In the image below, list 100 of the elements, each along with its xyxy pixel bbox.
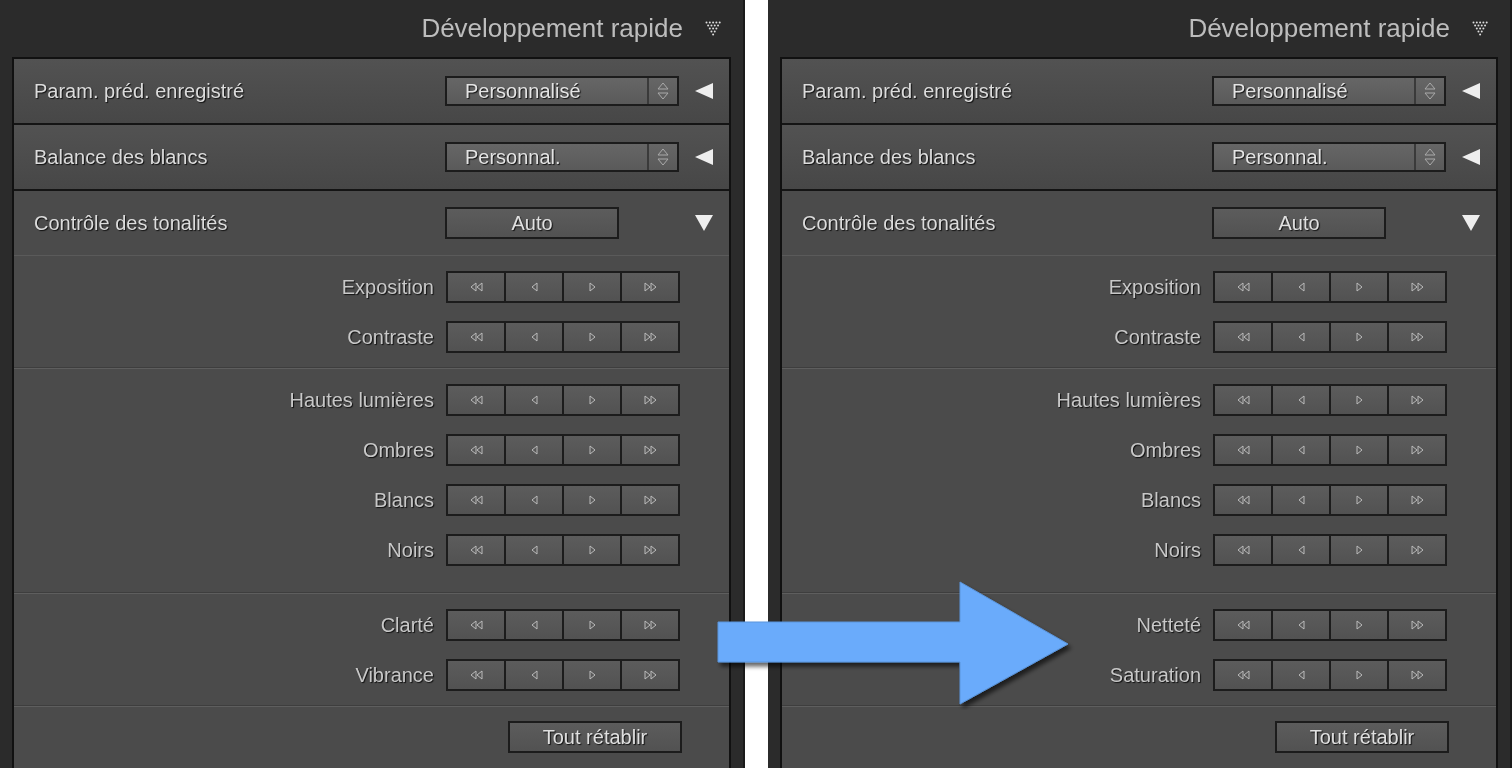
step-button[interactable] xyxy=(506,661,562,689)
down-triangle-icon[interactable] xyxy=(694,214,714,232)
step-button[interactable] xyxy=(1215,486,1271,514)
step-button[interactable] xyxy=(1215,536,1271,564)
step-button[interactable] xyxy=(1215,661,1271,689)
adjustment-label: Exposition xyxy=(341,275,434,299)
step-button[interactable] xyxy=(564,611,620,639)
step-button[interactable] xyxy=(1331,386,1387,414)
double-left-triangle-icon xyxy=(469,495,483,505)
double-right-triangle-icon xyxy=(1410,670,1424,680)
adjustment-label: Contraste xyxy=(347,325,434,349)
step-button[interactable] xyxy=(564,273,620,301)
double-left-triangle-icon xyxy=(1236,445,1250,455)
adjustment-label: Noirs xyxy=(387,538,434,562)
step-button[interactable] xyxy=(448,536,504,564)
step-button[interactable] xyxy=(1215,611,1271,639)
step-button[interactable] xyxy=(448,486,504,514)
step-button[interactable] xyxy=(506,536,562,564)
left-triangle-icon[interactable] xyxy=(694,82,714,100)
step-button[interactable] xyxy=(1273,611,1329,639)
step-button[interactable] xyxy=(506,273,562,301)
step-button[interactable] xyxy=(622,661,678,689)
step-button[interactable] xyxy=(622,536,678,564)
double-right-triangle-icon xyxy=(643,395,657,405)
step-button[interactable] xyxy=(622,273,678,301)
adjustment-label: Noirs xyxy=(1154,538,1201,562)
dotted-triangle-icon[interactable] xyxy=(705,20,721,37)
step-button[interactable] xyxy=(622,323,678,351)
step-button[interactable] xyxy=(448,273,504,301)
left-triangle-icon[interactable] xyxy=(694,148,714,166)
dropdown[interactable]: Personnal. xyxy=(1212,142,1446,172)
down-triangle-icon[interactable] xyxy=(1461,214,1481,232)
double-right-triangle-icon xyxy=(1410,620,1424,630)
up-down-arrows-icon xyxy=(1424,82,1436,100)
step-button[interactable] xyxy=(1273,323,1329,351)
adjustment-label: Vibrance xyxy=(355,663,434,687)
step-button[interactable] xyxy=(564,536,620,564)
step-button[interactable] xyxy=(1331,436,1387,464)
step-button[interactable] xyxy=(1215,273,1271,301)
step-button[interactable] xyxy=(1331,323,1387,351)
step-button[interactable] xyxy=(1389,436,1445,464)
step-button[interactable] xyxy=(448,386,504,414)
left-triangle-icon[interactable] xyxy=(1461,82,1481,100)
adjustment-label: Exposition xyxy=(1108,275,1201,299)
step-button[interactable] xyxy=(1331,611,1387,639)
step-button[interactable] xyxy=(506,386,562,414)
step-button[interactable] xyxy=(1389,611,1445,639)
left-triangle-icon[interactable] xyxy=(1461,148,1481,166)
step-button[interactable] xyxy=(622,386,678,414)
step-button[interactable] xyxy=(1331,661,1387,689)
adjustment-label: Hautes lumières xyxy=(289,388,434,412)
double-left-triangle-icon xyxy=(1236,395,1250,405)
step-button[interactable] xyxy=(506,486,562,514)
auto-button[interactable]: Auto xyxy=(1212,207,1386,239)
double-right-triangle-icon xyxy=(643,670,657,680)
step-button[interactable] xyxy=(564,386,620,414)
step-button[interactable] xyxy=(1389,323,1445,351)
step-button[interactable] xyxy=(1389,486,1445,514)
step-button[interactable] xyxy=(564,323,620,351)
step-button[interactable] xyxy=(1273,486,1329,514)
step-button[interactable] xyxy=(622,436,678,464)
step-button[interactable] xyxy=(448,436,504,464)
step-button[interactable] xyxy=(1215,436,1271,464)
step-button[interactable] xyxy=(448,661,504,689)
step-button[interactable] xyxy=(622,486,678,514)
step-button[interactable] xyxy=(1389,386,1445,414)
step-button[interactable] xyxy=(1389,536,1445,564)
auto-button[interactable]: Auto xyxy=(445,207,619,239)
step-button[interactable] xyxy=(448,323,504,351)
adjustment-label: Hautes lumières xyxy=(1056,388,1201,412)
step-button[interactable] xyxy=(622,611,678,639)
step-button[interactable] xyxy=(564,486,620,514)
step-button[interactable] xyxy=(506,611,562,639)
double-right-triangle-icon xyxy=(643,282,657,292)
up-down-arrows-icon xyxy=(1424,148,1436,166)
adjustment-label: Clarté xyxy=(380,613,434,637)
step-button[interactable] xyxy=(1273,273,1329,301)
reset-all-button[interactable]: Tout rétablir xyxy=(1275,721,1449,753)
step-button[interactable] xyxy=(1273,661,1329,689)
step-button[interactable] xyxy=(1331,273,1387,301)
dropdown[interactable]: Personnalisé xyxy=(1212,76,1446,106)
step-button[interactable] xyxy=(564,436,620,464)
step-button[interactable] xyxy=(1215,323,1271,351)
step-button[interactable] xyxy=(506,323,562,351)
step-button[interactable] xyxy=(1389,661,1445,689)
step-button[interactable] xyxy=(1331,536,1387,564)
step-button[interactable] xyxy=(564,661,620,689)
step-button[interactable] xyxy=(1215,386,1271,414)
step-button[interactable] xyxy=(1273,536,1329,564)
double-right-triangle-icon xyxy=(1410,332,1424,342)
dropdown[interactable]: Personnalisé xyxy=(445,76,679,106)
step-button[interactable] xyxy=(1389,273,1445,301)
step-button[interactable] xyxy=(448,611,504,639)
dotted-triangle-icon[interactable] xyxy=(1472,20,1488,37)
step-button[interactable] xyxy=(1273,386,1329,414)
step-button[interactable] xyxy=(1273,436,1329,464)
step-button[interactable] xyxy=(1331,486,1387,514)
reset-all-button[interactable]: Tout rétablir xyxy=(508,721,682,753)
step-button[interactable] xyxy=(506,436,562,464)
dropdown[interactable]: Personnal. xyxy=(445,142,679,172)
